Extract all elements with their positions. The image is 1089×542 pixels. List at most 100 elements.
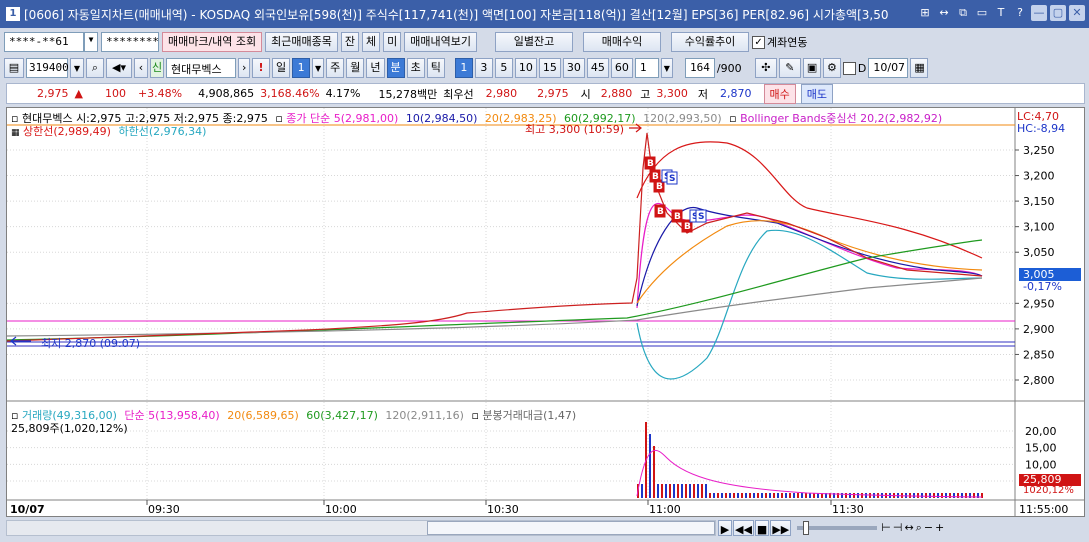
trade-view-button[interactable]: 매매내역보기 — [404, 32, 478, 52]
volume-ma120-legend: 120(2,911,16) — [385, 409, 464, 422]
price-axis-label: 2,950 — [1023, 297, 1055, 310]
executed-button[interactable]: 체 — [362, 32, 381, 52]
volume-bar — [797, 493, 799, 498]
unfilled-button[interactable]: 미 — [383, 32, 402, 52]
volume-bar — [801, 493, 803, 498]
account-input[interactable]: ****-**61 — [4, 32, 84, 52]
interval-10-button[interactable]: 10 — [514, 58, 537, 78]
fit-icon[interactable]: ↔ — [904, 521, 913, 535]
password-input[interactable]: ******** — [101, 32, 159, 52]
stock-code-input[interactable]: 319400 — [26, 58, 69, 78]
chart-menu-icon[interactable]: ▤ — [4, 58, 24, 78]
zoom-icon[interactable]: ⌕ — [916, 521, 922, 535]
period-month-button[interactable]: 월 — [346, 58, 365, 78]
calendar-icon[interactable]: ▦ — [910, 58, 929, 78]
save-icon[interactable]: ▣ — [802, 58, 821, 78]
account-select[interactable]: ****-**61 ▼ — [4, 32, 98, 52]
zoom-in-icon[interactable]: + — [935, 521, 944, 535]
trade-mark-button[interactable]: 매매마크/내역 조회 — [162, 32, 263, 52]
ma60-line — [7, 239, 983, 341]
zoom-slider-handle[interactable] — [803, 521, 810, 535]
close-icon[interactable]: ✕ — [1069, 5, 1085, 21]
best-ask: 2,980 — [485, 87, 518, 100]
restore-window-icon[interactable]: ▢ — [1050, 5, 1066, 21]
grid-icon: ▦ — [11, 128, 20, 138]
volume-axis-label: 15,00 — [1025, 442, 1057, 455]
buy-button[interactable]: 매수 — [763, 83, 796, 104]
period-day-count[interactable]: 1 — [292, 58, 311, 78]
volume-bar — [673, 484, 675, 498]
price-axis-label: 2,800 — [1023, 374, 1055, 387]
help-icon[interactable]: ? — [1012, 5, 1028, 21]
period-week-button[interactable]: 주 — [326, 58, 345, 78]
period-tick-button[interactable]: 틱 — [426, 58, 445, 78]
stock-name-field[interactable]: 현대무벡스 — [166, 58, 236, 78]
checkbox-empty-icon[interactable] — [842, 61, 856, 75]
align-right-icon[interactable]: ⊣ — [893, 521, 903, 535]
zoom-slider[interactable] — [797, 521, 878, 535]
crosshair-icon[interactable]: ✣ — [754, 58, 777, 78]
period-year-button[interactable]: 년 — [366, 58, 385, 78]
amount-legend: 분봉거래대금(1,47) — [482, 409, 577, 422]
scrollbar-track[interactable] — [6, 520, 716, 536]
volume-bar — [705, 484, 707, 498]
balance-button[interactable]: 잔 — [340, 32, 360, 52]
date-checkbox[interactable]: D — [842, 61, 866, 75]
pin-icon[interactable]: T — [993, 5, 1009, 21]
chart-canvas[interactable]: 3,250 3,200 3,150 3,100 3,050 2,950 2,900 2,850… — [7, 108, 1084, 516]
price-change-pct: +3.48% — [137, 87, 183, 100]
gear-icon[interactable]: ⚙ — [822, 58, 841, 78]
speaker-icon[interactable]: ◀▾ — [106, 58, 132, 78]
period-day-button[interactable]: 일 — [272, 58, 291, 78]
play-icon[interactable]: ▶ — [718, 520, 732, 536]
forward-icon[interactable]: ▶▶ — [770, 520, 792, 536]
trade-profit-button[interactable]: 매매수익 — [583, 32, 662, 52]
period-minute-button[interactable]: 분 — [386, 58, 405, 78]
checkmark-icon[interactable]: ✓ — [752, 35, 766, 49]
stop-icon[interactable]: ■ — [754, 520, 770, 536]
interval-5-button[interactable]: 5 — [494, 58, 513, 78]
scroll-left-icon[interactable]: ‹ — [134, 58, 148, 78]
expand-icon[interactable]: ⊞ — [917, 5, 933, 21]
ma5-legend: 종가 단순 5(2,981,00) — [286, 112, 399, 125]
volume-ma60-legend: 60(3,427,17) — [306, 409, 378, 422]
quote-strip: 2,975 ▲ 100 +3.48% 4,908,865 3,168.46% 4… — [6, 83, 1085, 104]
chevron-down-icon[interactable]: ▼ — [312, 58, 325, 78]
zoom-out-icon[interactable]: − — [924, 521, 933, 535]
volume-bar — [941, 493, 943, 498]
search-icon[interactable]: ⌕ — [86, 58, 104, 78]
interval-1-button[interactable]: 1 — [454, 58, 473, 78]
scroll-right-icon[interactable]: › — [238, 58, 250, 78]
daily-balance-button[interactable]: 일별잔고 — [495, 32, 574, 52]
recent-trades-button[interactable]: 최근매매종목 — [265, 32, 338, 52]
interval-3-button[interactable]: 3 — [474, 58, 493, 78]
link-icon[interactable]: ↔ — [936, 5, 952, 21]
sell-button[interactable]: 매도 — [800, 83, 833, 104]
interval-45-button[interactable]: 45 — [586, 58, 609, 78]
rewind-icon[interactable]: ◀◀ — [733, 520, 754, 536]
best-ask-label: 최우선 — [443, 87, 474, 101]
interval-15-button[interactable]: 15 — [538, 58, 561, 78]
chevron-down-icon[interactable]: ▼ — [660, 58, 673, 78]
draw-tool-icon[interactable]: ✎ — [778, 58, 801, 78]
count-input[interactable]: 164 — [684, 58, 715, 78]
chevron-down-icon[interactable]: ▼ — [70, 58, 84, 78]
minimize-icon[interactable]: ▭ — [974, 5, 990, 21]
open-label: 시 — [580, 87, 591, 101]
ma120-line — [7, 277, 983, 337]
minimize-window-icon[interactable]: — — [1031, 5, 1047, 21]
chevron-down-icon[interactable]: ▼ — [84, 32, 98, 52]
profit-trend-button[interactable]: 수익률추이 — [671, 32, 750, 52]
chart-panel[interactable]: 3,250 3,200 3,150 3,100 3,050 2,950 2,900 2,850… — [6, 107, 1085, 517]
volume-bar — [953, 493, 955, 498]
alert-button[interactable]: ! — [252, 58, 270, 78]
interval-30-button[interactable]: 30 — [562, 58, 585, 78]
account-link-checkbox[interactable]: ✓ 계좌연동 — [752, 34, 808, 50]
align-left-icon[interactable]: ⊢ — [881, 521, 891, 535]
date-input[interactable]: 10/07 — [868, 58, 909, 78]
interval-select[interactable]: 1 — [634, 58, 659, 78]
copy-icon[interactable]: ⧉ — [955, 5, 971, 21]
scrollbar-thumb[interactable] — [427, 521, 715, 535]
period-second-button[interactable]: 초 — [406, 58, 425, 78]
interval-60-button[interactable]: 60 — [610, 58, 633, 78]
